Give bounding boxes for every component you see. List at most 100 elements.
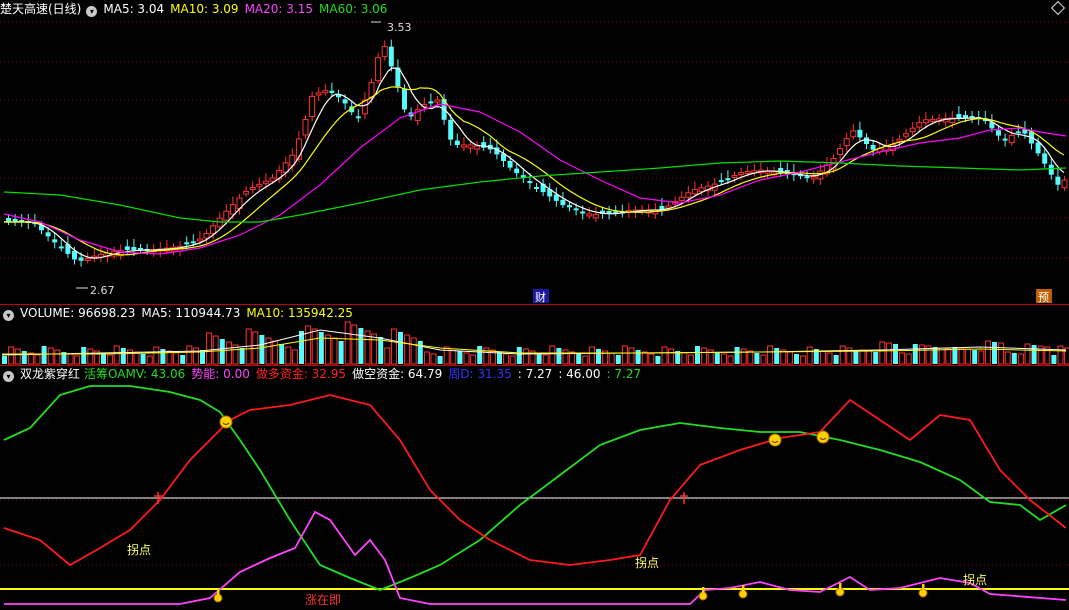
candle-body xyxy=(691,188,698,195)
volume-bar xyxy=(727,355,734,365)
stock-title: 楚天高速(日线) xyxy=(0,2,82,16)
volume-bar xyxy=(767,345,774,365)
volume-bar xyxy=(661,346,668,365)
candle-body xyxy=(448,119,454,140)
value-3: : 7.27 xyxy=(606,367,642,381)
momentum-line xyxy=(4,510,1067,605)
volume-bar xyxy=(516,347,522,364)
ma5-value: MA5: 3.04 xyxy=(103,2,165,16)
moving-average-lines xyxy=(3,67,1067,259)
candle-body xyxy=(190,241,196,244)
volume-bar xyxy=(338,341,344,364)
volume-bar xyxy=(582,355,589,365)
candle-body xyxy=(302,119,309,136)
ma60-line xyxy=(3,160,1067,223)
volume-bar xyxy=(701,347,708,365)
volume-bar xyxy=(47,347,54,365)
candle-body xyxy=(929,118,936,122)
low-price-label: 2.67 xyxy=(90,284,115,297)
pointer-hand-finger xyxy=(922,584,925,590)
volume-bar xyxy=(398,332,403,364)
volume-bar xyxy=(299,331,304,364)
volume-bar xyxy=(958,347,965,365)
volume-bar xyxy=(714,352,720,364)
candle-body xyxy=(837,148,844,156)
main-chart-header: 楚天高速(日线) ▾ MA5: 3.04 MA10: 3.09 MA20: 3.15 MA… xyxy=(0,1,393,17)
volume-bar xyxy=(819,350,826,365)
volume-bar xyxy=(437,356,443,364)
volume-bar xyxy=(192,347,199,365)
candle-body xyxy=(269,177,276,182)
volume-bar xyxy=(998,342,1005,365)
candle-body xyxy=(243,190,250,195)
volume-bar xyxy=(747,350,754,365)
volume-bar xyxy=(509,355,516,365)
candle-body xyxy=(428,101,434,104)
volume-header: ▾ VOLUME: 96698.23 MA5: 110944.73 MA10: 135… xyxy=(0,305,359,321)
candle-body xyxy=(963,115,968,118)
volume-bar xyxy=(635,350,641,364)
volume-bar xyxy=(641,351,648,365)
collapse-icon[interactable]: ▾ xyxy=(3,371,14,382)
candle-body xyxy=(586,213,593,217)
volume-bar xyxy=(371,333,378,365)
volume-bar xyxy=(866,350,873,365)
volume-bar xyxy=(2,356,7,364)
active-chips-line xyxy=(3,385,1067,591)
smiley-icon xyxy=(816,430,830,444)
candle-body xyxy=(850,130,857,138)
candle-body xyxy=(1008,134,1015,144)
volume-bar xyxy=(259,335,265,364)
volume-bar xyxy=(153,346,160,365)
volume-bar xyxy=(1024,343,1031,365)
finance-marker[interactable]: 财 xyxy=(535,290,546,304)
volume-bar xyxy=(754,353,760,364)
volume-bar xyxy=(311,328,318,365)
volume-bar xyxy=(331,337,338,365)
collapse-icon[interactable]: ▾ xyxy=(3,310,14,321)
volume-bar xyxy=(522,348,529,365)
candle-body xyxy=(870,145,876,150)
volume-bar xyxy=(873,352,879,364)
candle-body xyxy=(375,57,382,82)
volume-bar xyxy=(344,321,351,365)
candle-body xyxy=(434,99,441,103)
candle-body xyxy=(454,140,460,145)
candle-body xyxy=(922,119,929,124)
collapse-icon[interactable]: ▾ xyxy=(86,6,98,17)
volume-bar xyxy=(305,325,312,365)
pointer-hand-icon xyxy=(213,593,223,603)
volume-bar xyxy=(219,339,225,364)
volume-bar xyxy=(1017,353,1024,365)
volume-bar xyxy=(760,354,767,365)
volume-bar xyxy=(1057,345,1064,365)
candle-body xyxy=(864,137,869,144)
volume-bar xyxy=(101,353,106,364)
candle-body xyxy=(322,90,329,94)
candle-body xyxy=(131,247,137,250)
candle-body xyxy=(744,170,751,174)
candle-body xyxy=(1002,138,1008,141)
volume-bar xyxy=(1004,351,1011,365)
candle-body xyxy=(810,176,817,180)
pointer-hand-icon xyxy=(835,587,845,597)
volume-bar xyxy=(938,347,945,365)
volume-bar xyxy=(279,344,285,364)
candle-body xyxy=(481,142,487,148)
candle-body xyxy=(738,172,745,176)
volume-bar xyxy=(378,337,384,364)
candle-body xyxy=(256,183,263,187)
volume-value: VOLUME: 96698.23 xyxy=(20,306,136,320)
volume-bar xyxy=(21,351,27,364)
candle-body xyxy=(1042,153,1048,164)
pointer-hand-icon xyxy=(918,588,928,598)
volume-bar xyxy=(54,349,61,365)
volume-bar xyxy=(1051,355,1057,364)
volume-bar xyxy=(681,352,688,365)
candle-body xyxy=(460,144,467,148)
long-fund-value: 做多资金: 32.95 xyxy=(255,367,347,381)
candle-body xyxy=(474,145,481,150)
volume-bar xyxy=(695,346,700,364)
forecast-marker[interactable]: 预 xyxy=(1038,291,1049,304)
candle-body xyxy=(309,95,316,118)
